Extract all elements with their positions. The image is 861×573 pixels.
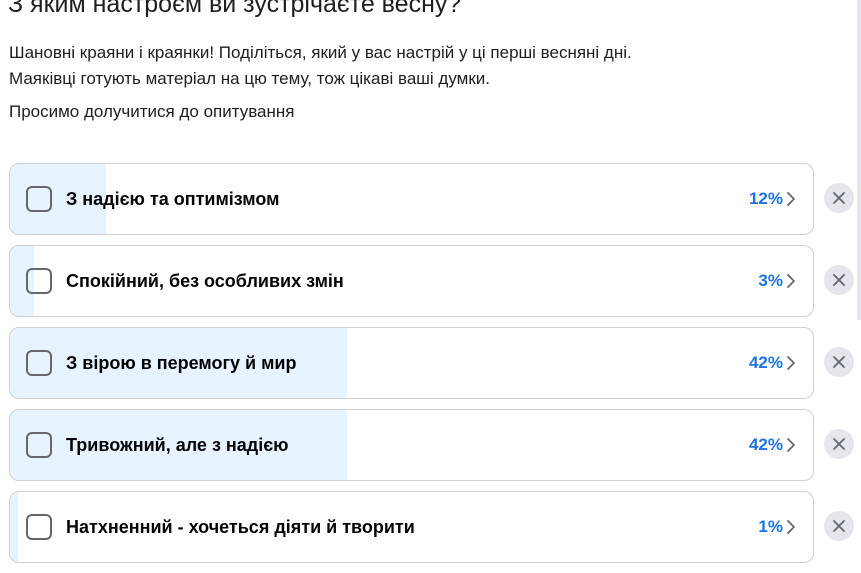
checkbox-icon[interactable]: [26, 350, 52, 376]
checkbox-icon[interactable]: [26, 268, 52, 294]
remove-option-button[interactable]: [824, 183, 854, 213]
poll-title: З яким настроєм ви зустрічаєте весну?: [8, 0, 462, 18]
poll-option-label: З вірою в перемогу й мир: [66, 353, 297, 373]
chevron-right-icon[interactable]: [785, 273, 797, 289]
poll-option-label: Тривожний, але з надією: [66, 435, 289, 455]
remove-option-button[interactable]: [824, 347, 854, 377]
poll-option[interactable]: З вірою в перемогу й мир 42%: [9, 327, 814, 399]
poll-option-row: З вірою в перемогу й мир 42%: [9, 327, 861, 399]
chevron-right-icon[interactable]: [785, 519, 797, 535]
poll-option-row: З надією та оптимізмом 12%: [9, 163, 861, 235]
poll-option-percent[interactable]: 12%: [749, 188, 783, 210]
poll-option-label: Спокійний, без особливих змін: [66, 271, 344, 291]
poll-option-percent[interactable]: 1%: [758, 516, 783, 538]
poll-option-percent[interactable]: 42%: [749, 352, 783, 374]
remove-option-button[interactable]: [824, 265, 854, 295]
poll-option[interactable]: З надією та оптимізмом 12%: [9, 163, 814, 235]
poll-option-label: Натхненний - хочеться діяти й творити: [66, 517, 415, 537]
scrollbar[interactable]: [857, 0, 861, 320]
checkbox-icon[interactable]: [26, 432, 52, 458]
poll-option-row: Натхненний - хочеться діяти й творити 1%: [9, 491, 861, 563]
poll-option-percent[interactable]: 42%: [749, 434, 783, 456]
chevron-right-icon[interactable]: [785, 191, 797, 207]
poll-option[interactable]: Тривожний, але з надією 42%: [9, 409, 814, 481]
poll-description-line-2: Маяківці готують матеріал на цю тему, то…: [9, 69, 490, 88]
close-icon: [833, 274, 845, 286]
poll-option-row: Спокійний, без особливих змін 3%: [9, 245, 861, 317]
poll-option-result-bar: [10, 492, 19, 562]
checkbox-icon[interactable]: [26, 186, 52, 212]
poll-option[interactable]: Натхненний - хочеться діяти й творити 1%: [9, 491, 814, 563]
close-icon: [833, 192, 845, 204]
poll-description-line-1: Шановні краяни і краянки! Поділіться, як…: [9, 43, 632, 62]
close-icon: [833, 520, 845, 532]
poll-description: Шановні краяни і краянки! Поділіться, як…: [9, 40, 632, 92]
checkbox-icon[interactable]: [26, 514, 52, 540]
close-icon: [833, 438, 845, 450]
poll-page: З яким настроєм ви зустрічаєте весну? Ша…: [0, 0, 861, 573]
poll-invite-text: Просимо долучитися до опитування: [9, 102, 295, 121]
chevron-right-icon[interactable]: [785, 437, 797, 453]
poll-option-percent[interactable]: 3%: [758, 270, 783, 292]
remove-option-button[interactable]: [824, 429, 854, 459]
poll-options-list: З надією та оптимізмом 12% Спокійний, без …: [9, 163, 861, 573]
chevron-right-icon[interactable]: [785, 355, 797, 371]
poll-option-label: З надією та оптимізмом: [66, 189, 280, 209]
remove-option-button[interactable]: [824, 511, 854, 541]
close-icon: [833, 356, 845, 368]
poll-option-row: Тривожний, але з надією 42%: [9, 409, 861, 481]
poll-option[interactable]: Спокійний, без особливих змін 3%: [9, 245, 814, 317]
